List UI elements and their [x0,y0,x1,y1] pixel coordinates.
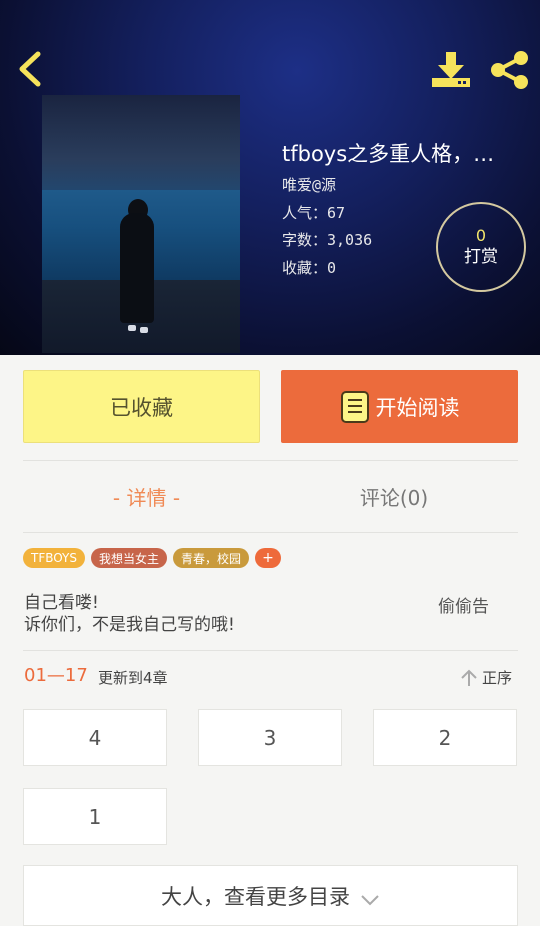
book-icon [340,390,369,423]
sort-label: 正序 [482,669,513,687]
tag-heroine[interactable]: 我想当女主 [91,548,168,568]
book-description: 自己看喽! 诉你们，不是我自己写的哦! [24,592,235,636]
book-favorites: 收藏：0 [282,259,337,277]
divider [23,650,518,651]
update-status: 更新到4章 [98,669,168,687]
chapter-item[interactable]: 3 [198,709,342,766]
tip-label: 打赏 [464,247,498,267]
chapter-item[interactable]: 1 [23,788,167,845]
tip-button[interactable]: 0 打赏 [436,202,526,292]
collected-label: 已收藏 [110,395,173,420]
start-reading-label: 开始阅读 [375,395,460,420]
book-popularity: 人气：67 [282,204,346,222]
tag-list: TFBOYS 我想当女主 青春，校园 + [23,548,282,568]
sort-order-button[interactable]: 正序 [460,667,512,688]
tab-comments[interactable]: 评论(0) [270,470,518,522]
share-icon [491,51,528,89]
divider [23,460,518,461]
up-arrow-icon [461,669,477,686]
secret-tell-link[interactable]: 偷偷告 [438,592,489,617]
description-line-2: 诉你们，不是我自己写的哦! [24,615,235,635]
download-button[interactable] [430,50,472,90]
divider [23,532,518,533]
book-header: tfboys之多重人格，… 唯爱@源 人气：67 字数：3,036 收藏：0 0… [0,0,540,355]
book-title: tfboys之多重人格，… [282,142,495,166]
collected-button[interactable]: 已收藏 [23,370,260,443]
back-button[interactable] [14,48,48,90]
tag-youth-campus[interactable]: 青春，校园 [173,548,250,568]
book-cover-image [42,95,240,353]
download-icon [432,52,470,87]
share-button[interactable] [488,48,532,92]
description-line-1: 自己看喽! [24,593,99,613]
update-date: 01—17 [24,665,88,686]
chapter-item[interactable]: 2 [373,709,517,766]
more-chapters-label: 大人，查看更多目录 [161,884,350,909]
book-word-count: 字数：3,036 [282,231,373,249]
tip-count: 0 [475,226,487,245]
book-author: 唯爱@源 [282,176,337,194]
add-tag-button[interactable]: + [255,548,282,568]
chevron-down-icon [361,894,379,905]
start-reading-button[interactable]: 开始阅读 [281,370,518,443]
chapter-item[interactable]: 4 [23,709,167,766]
tag-tfboys[interactable]: TFBOYS [23,548,85,568]
more-chapters-button[interactable]: 大人，查看更多目录 [23,865,518,926]
tab-detail[interactable]: - 详情 - [23,470,270,522]
back-icon [19,51,41,87]
